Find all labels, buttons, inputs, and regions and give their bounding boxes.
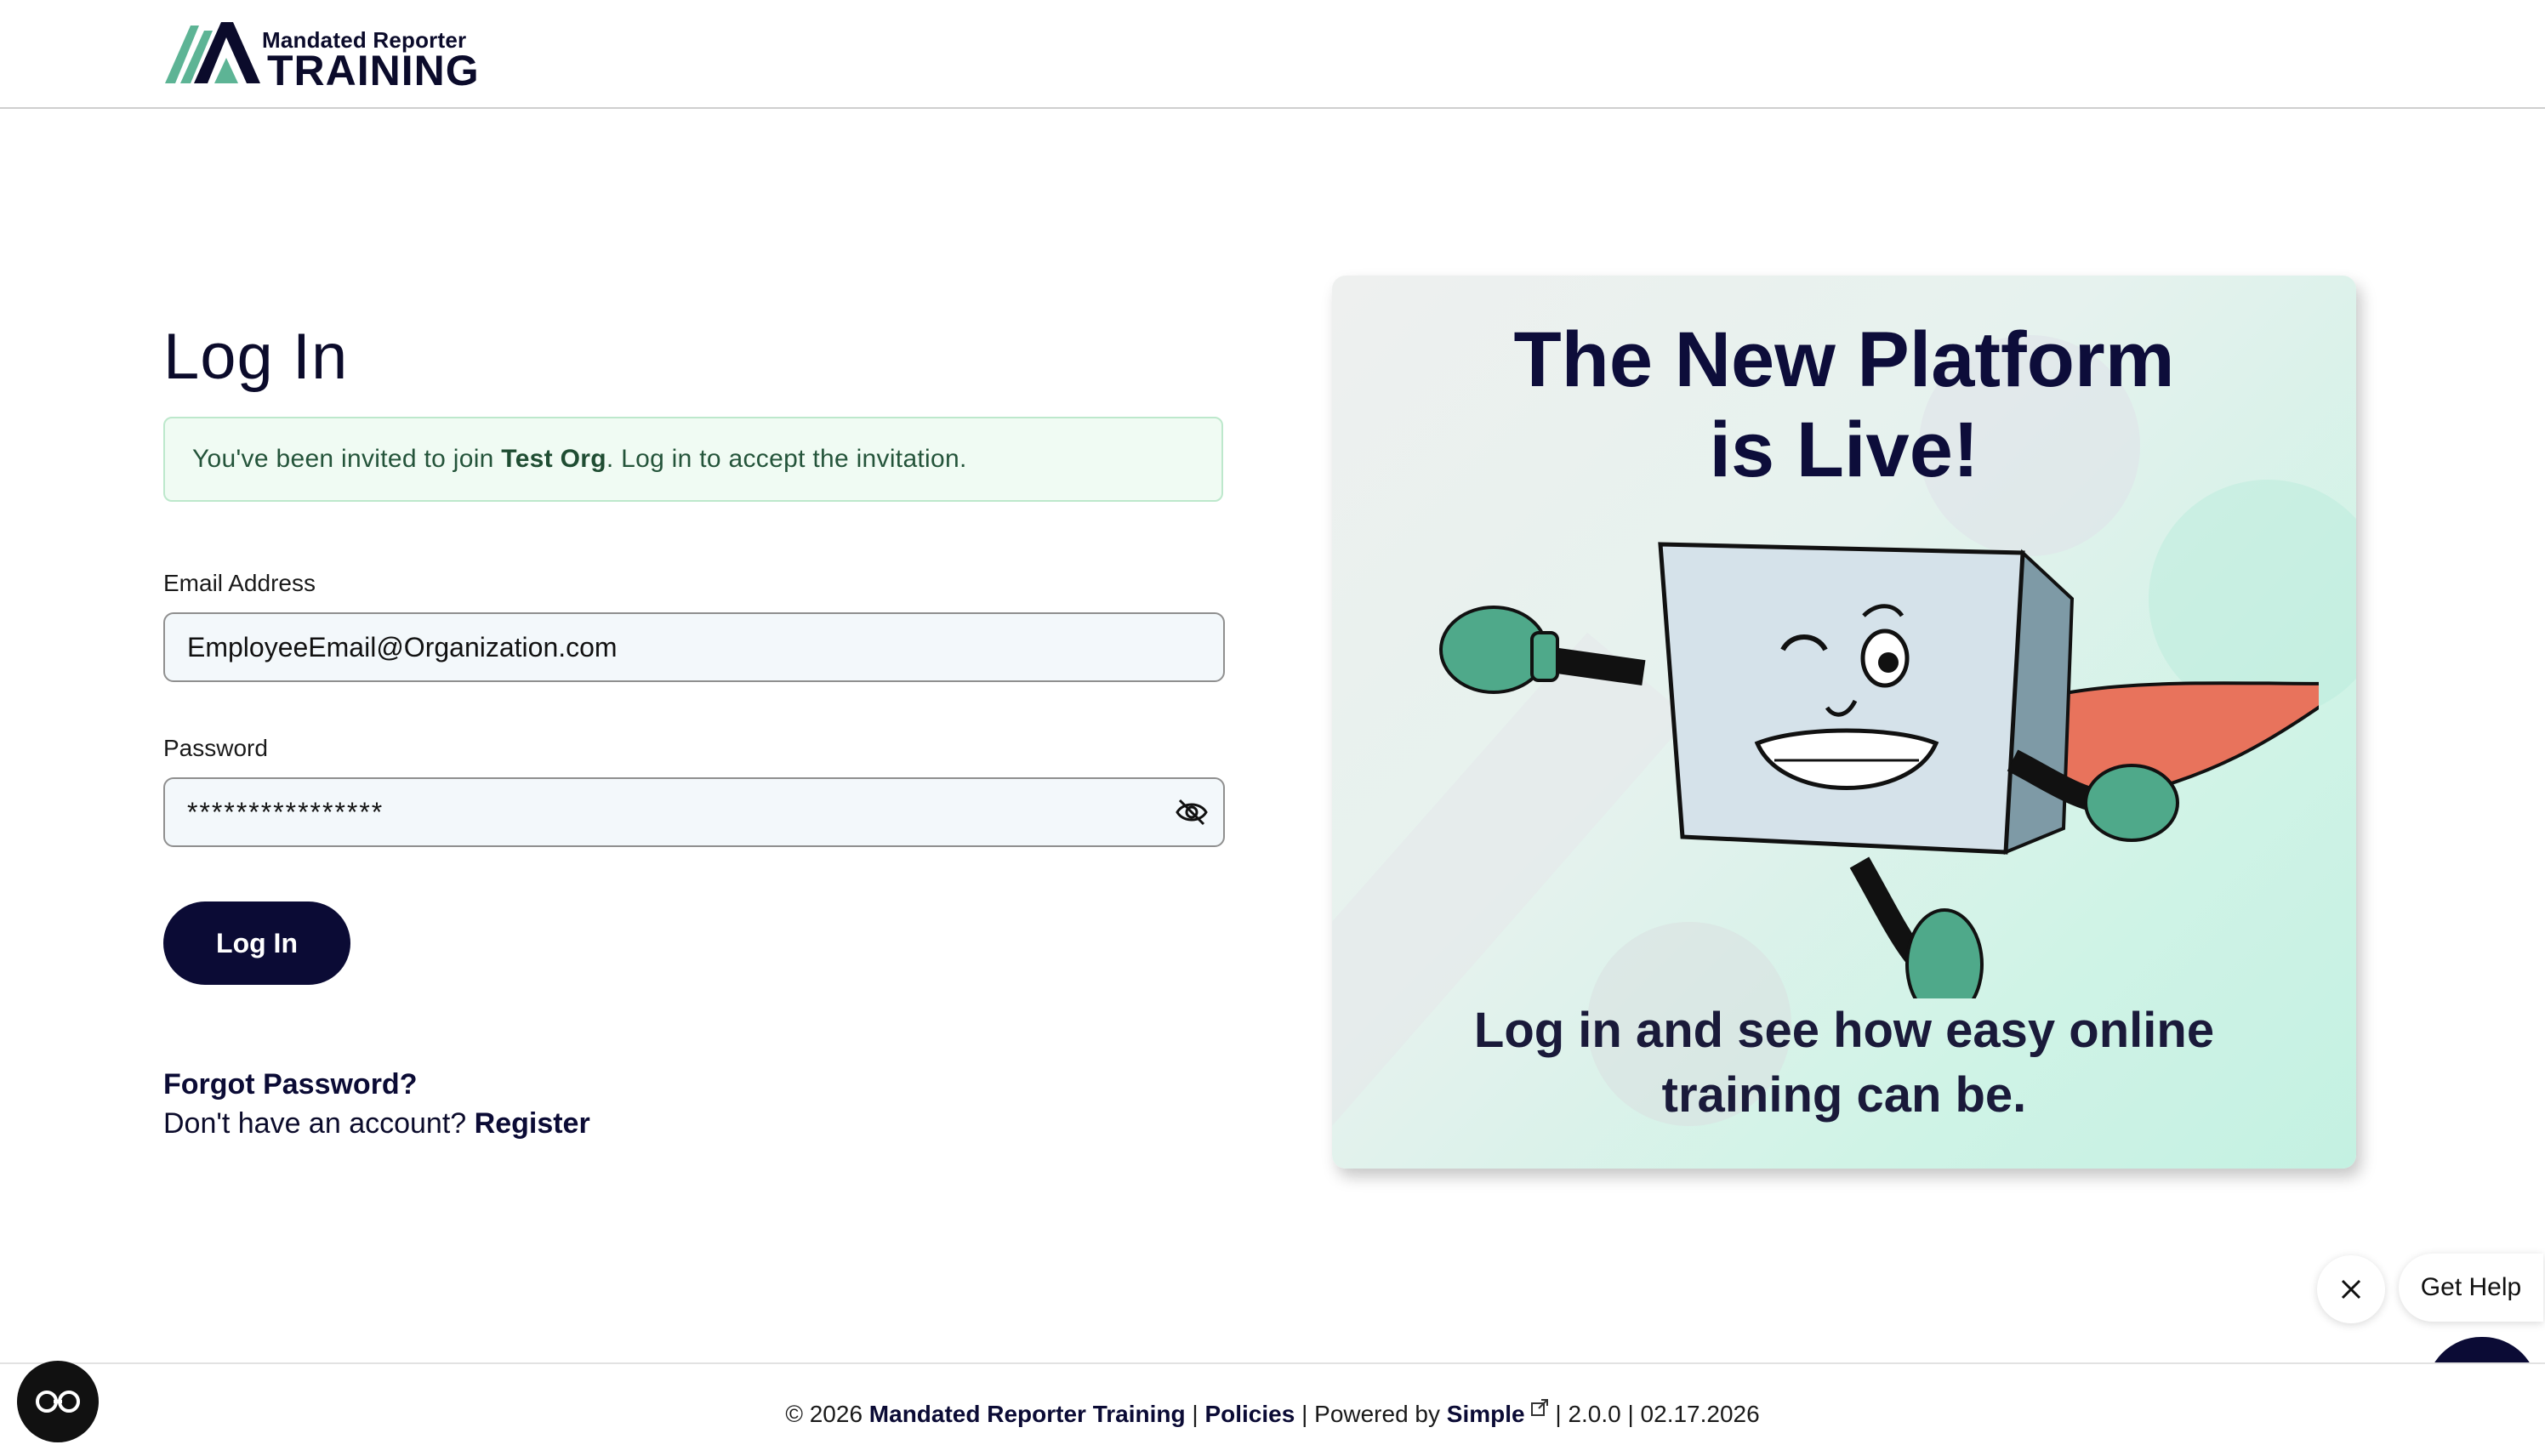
register-line: Don't have an account? Register — [163, 1107, 590, 1140]
site-logo[interactable]: Mandated Reporter TRAINING — [165, 20, 479, 94]
email-label: Email Address — [163, 570, 316, 596]
logo-mountain-icon — [165, 22, 260, 83]
password-label: Password — [163, 735, 268, 761]
promo-headline-line1: The New Platform — [1513, 316, 2175, 403]
footer-separator: | — [1185, 1401, 1205, 1427]
footer-vendor-link[interactable]: Simple — [1446, 1399, 1549, 1427]
alert-suffix: . Log in to accept the invitation. — [606, 445, 967, 473]
promo-headline: The New Platform is Live! — [1332, 315, 2356, 495]
promo-subtext-line1: Log in and see how easy online — [1473, 1003, 2215, 1058]
page-title: Log In — [163, 321, 349, 393]
forgot-password-link[interactable]: Forgot Password? — [163, 1068, 417, 1101]
promo-headline-line2: is Live! — [1709, 407, 1979, 493]
accessibility-button[interactable] — [17, 1361, 99, 1442]
promo-subtext-line2: training can be. — [1661, 1067, 2027, 1123]
footer-text: © 2026 Mandated Reporter Training | Poli… — [0, 1398, 2545, 1428]
eye-slash-icon — [1176, 799, 1208, 826]
invitation-alert: You've been invited to join Test Org. Lo… — [163, 417, 1223, 502]
password-field[interactable] — [163, 777, 1225, 847]
register-link[interactable]: Register — [475, 1107, 590, 1140]
email-field[interactable] — [163, 612, 1225, 682]
footer-version-info: | 2.0.0 | 02.17.2026 — [1548, 1401, 1760, 1427]
external-link-icon — [1530, 1399, 1548, 1416]
footer-powered-by: | Powered by — [1295, 1401, 1447, 1427]
chat-close-button[interactable] — [2317, 1255, 2385, 1323]
footer-vendor-label: Simple — [1446, 1401, 1525, 1427]
promo-banner: The New Platform is Live! Log in and see… — [1332, 276, 2356, 1169]
footer-policies-link[interactable]: Policies — [1204, 1401, 1295, 1427]
site-footer: © 2026 Mandated Reporter Training | Poli… — [0, 1362, 2545, 1456]
flying-box-mascot-illustration — [1439, 542, 2319, 998]
site-header: Mandated Reporter TRAINING — [0, 0, 2545, 109]
logo-title: TRAINING — [267, 47, 480, 94]
login-button[interactable]: Log In — [163, 901, 350, 985]
get-help-button[interactable]: Get Help — [2399, 1254, 2543, 1322]
promo-subtext: Log in and see how easy online training … — [1332, 998, 2356, 1128]
close-icon — [2341, 1279, 2361, 1300]
register-prompt: Don't have an account? — [163, 1107, 475, 1140]
alert-prefix: You've been invited to join — [192, 445, 494, 473]
footer-org-link[interactable]: Mandated Reporter Training — [869, 1401, 1186, 1427]
alert-org-name: Test Org — [501, 445, 606, 473]
password-visibility-toggle[interactable] — [1170, 794, 1213, 830]
footer-copyright: © 2026 — [785, 1401, 869, 1427]
accessibility-icon — [36, 1391, 80, 1413]
